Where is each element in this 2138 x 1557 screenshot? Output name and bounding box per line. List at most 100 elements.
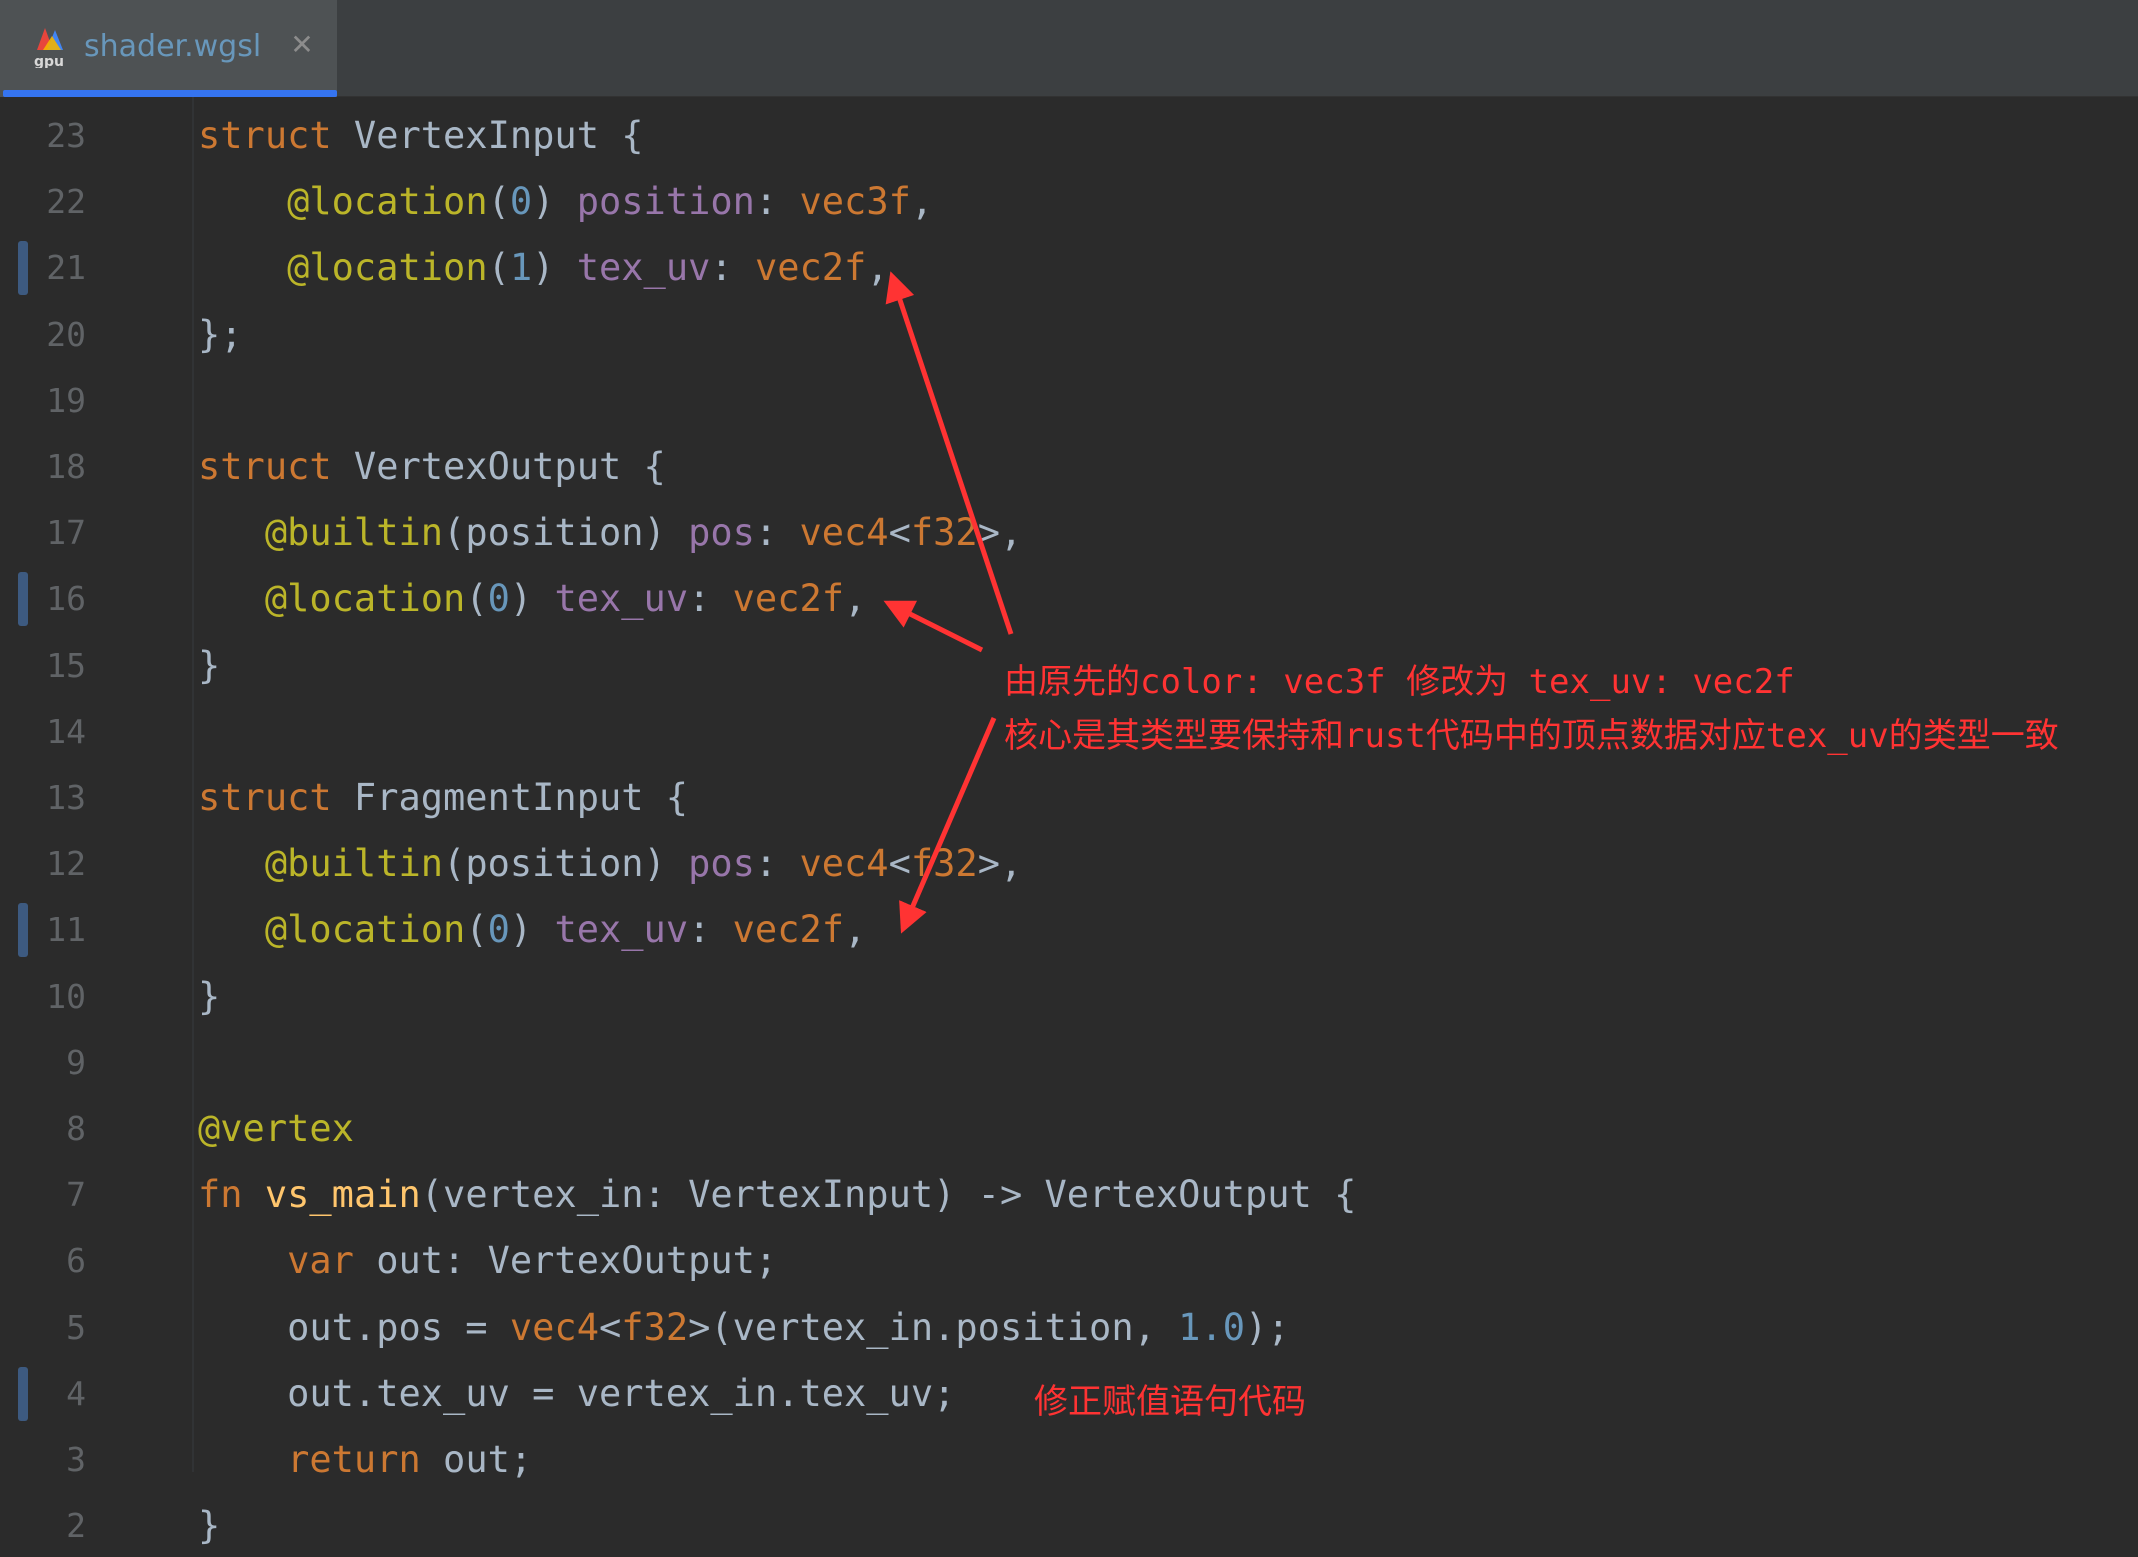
line-number: 3 — [66, 1440, 86, 1479]
annotation-type-change: 由原先的color: vec3f 修改为 tex_uv: vec2f — [1004, 662, 1795, 702]
line-number: 5 — [66, 1307, 86, 1347]
code-token: < — [888, 842, 911, 886]
code-token: : — [710, 246, 755, 290]
code-line[interactable]: @location(1) tex_uv: vec2f, — [198, 237, 889, 299]
code-token: vec2f — [732, 577, 845, 621]
code-line[interactable]: @vertex — [198, 1098, 354, 1160]
line-number: 19 — [46, 380, 86, 420]
line-number: 10 — [46, 976, 86, 1016]
code-token: ) — [532, 180, 577, 224]
annotation-type-consistency: 核心是其类型要保持和rust代码中的顶点数据对应tex_uv的类型一致 — [1004, 716, 2059, 756]
code-token: f32 — [621, 1305, 689, 1349]
line-number: 4 — [66, 1373, 86, 1413]
code-token: ) — [532, 246, 577, 290]
code-token: fn — [198, 1173, 243, 1217]
code-token: @location — [287, 180, 488, 224]
line-number: 7 — [66, 1175, 86, 1215]
code-token: (position) — [443, 511, 689, 555]
code-line[interactable]: } — [198, 966, 220, 1028]
code-token: return — [287, 1438, 421, 1481]
line-number: 9 — [66, 1042, 86, 1082]
line-number: 14 — [46, 711, 86, 751]
code-line[interactable]: struct FragmentInput { — [198, 767, 688, 829]
code-line[interactable]: out.tex_uv = vertex_in.tex_uv; — [198, 1363, 955, 1425]
line-number: 16 — [46, 579, 86, 619]
code-token: vs_main — [264, 1173, 421, 1217]
code-token: 0 — [487, 577, 510, 621]
editor-tab-bar: gpu shader.wgsl ✕ — [0, 0, 2138, 97]
wgsl-file-icon: gpu — [34, 28, 64, 68]
line-number: 11 — [46, 910, 86, 950]
code-token: VertexOutput { — [331, 445, 666, 488]
code-token: struct — [198, 776, 332, 819]
code-token: vec4 — [509, 1305, 599, 1349]
line-number: 8 — [66, 1109, 86, 1148]
code-token: @location — [264, 908, 466, 952]
code-token: tex_uv — [554, 577, 689, 621]
code-token: ( — [465, 577, 488, 621]
code-token: @builtin — [264, 511, 444, 555]
close-icon[interactable]: ✕ — [287, 28, 317, 62]
code-line[interactable]: @location(0) tex_uv: vec2f, — [198, 568, 867, 630]
code-line[interactable]: out.pos = vec4<f32>(vertex_in.position, … — [198, 1297, 1289, 1359]
code-token: 1 — [509, 246, 533, 290]
code-token: out: VertexOutput; — [353, 1239, 778, 1283]
code-token: f32 — [910, 511, 978, 555]
code-token: tex_uv — [576, 246, 711, 290]
code-line[interactable]: var out: VertexOutput; — [198, 1230, 777, 1292]
code-token: >(vertex_in.position, — [688, 1305, 1179, 1349]
code-token: (vertex_in: VertexInput) -> VertexOutput… — [420, 1173, 1357, 1217]
code-token: : — [754, 511, 800, 555]
line-number: 23 — [46, 116, 86, 155]
tab-shader-wgsl[interactable]: gpu shader.wgsl ✕ — [0, 0, 337, 97]
code-line[interactable]: } — [198, 635, 220, 697]
code-token: vec4 — [799, 842, 889, 886]
line-number: 18 — [46, 447, 86, 486]
code-line[interactable]: fn vs_main(vertex_in: VertexInput) -> Ve… — [198, 1164, 1356, 1226]
code-token: tex_uv — [554, 908, 689, 952]
code-token: : — [688, 908, 733, 952]
line-number: 13 — [46, 778, 86, 817]
code-token: , — [844, 908, 867, 952]
vcs-change-marker[interactable] — [18, 1366, 28, 1421]
gutter-divider — [192, 97, 194, 1472]
code-line[interactable]: } — [198, 1495, 220, 1557]
code-token: >, — [977, 842, 1023, 886]
line-number: 2 — [66, 1506, 86, 1546]
wgsl-file-icon-label: gpu — [34, 54, 64, 68]
code-token: @vertex — [198, 1107, 354, 1150]
code-line[interactable]: return out; — [198, 1429, 532, 1491]
vcs-change-marker[interactable] — [18, 241, 28, 296]
code-token: 0 — [509, 180, 533, 224]
code-line[interactable]: @builtin(position) pos: vec4<f32>, — [198, 833, 1022, 895]
code-token: f32 — [910, 842, 978, 886]
code-line[interactable]: }; — [198, 304, 243, 366]
code-token: }; — [198, 312, 243, 356]
vcs-change-marker[interactable] — [18, 572, 28, 627]
code-token: @location — [264, 577, 466, 621]
code-line[interactable]: @builtin(position) pos: vec4<f32>, — [198, 502, 1022, 564]
code-line[interactable]: struct VertexOutput { — [198, 436, 666, 498]
code-token: } — [198, 974, 221, 1018]
code-token: 1.0 — [1178, 1305, 1245, 1349]
code-token: , — [866, 246, 889, 290]
code-token: ( — [465, 908, 488, 952]
code-editor[interactable]: 23 22 21 20 19 18 17 16 15 14 13 12 11 10 9 8 7 6 5 4 3 2 str… — [0, 97, 2138, 1547]
code-token: struct — [198, 114, 332, 157]
code-token: 0 — [487, 908, 510, 952]
code-token: out; — [420, 1438, 533, 1481]
line-number: 22 — [46, 182, 86, 222]
code-line[interactable]: @location(0) position: vec3f, — [198, 171, 933, 233]
code-token: @builtin — [264, 842, 444, 886]
code-token: ) — [509, 908, 555, 952]
code-token: ) — [509, 577, 555, 621]
vcs-change-marker[interactable] — [18, 903, 28, 958]
code-line[interactable]: @location(0) tex_uv: vec2f, — [198, 899, 867, 961]
code-line[interactable]: struct VertexInput { — [198, 105, 644, 167]
code-token: (position) — [443, 842, 689, 886]
code-token: @location — [287, 246, 488, 290]
